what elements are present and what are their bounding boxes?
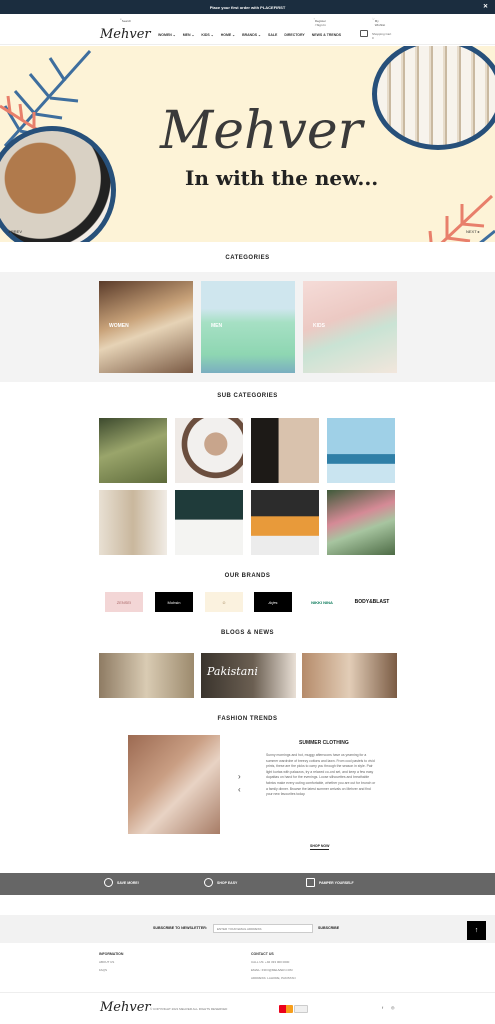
footer-logo[interactable]: Mehver: [100, 1000, 151, 1015]
categories-title: CATEGORIES: [225, 255, 270, 261]
feature-item: SAVE MORE!: [104, 878, 139, 887]
hero-logo: Mehver: [160, 101, 363, 161]
hero-banner[interactable]: Mehver In with the new...: [0, 46, 495, 242]
subcategory-tile[interactable]: [99, 490, 167, 555]
slider-next-button[interactable]: NEXT ▸: [466, 229, 480, 234]
menu-item-brands[interactable]: BRANDS ⌄: [242, 33, 261, 37]
trends-title: FASHION TRENDS: [217, 716, 278, 722]
menu-item-men[interactable]: MEN ⌄: [183, 33, 195, 37]
contact-email: EMAIL: INFO@MEHVER.COM: [251, 968, 293, 972]
category-men[interactable]: MEN: [201, 281, 295, 373]
bottom-bar: Mehver © COPYRIGHT 2021 MEHVER ALL RIGHT…: [0, 992, 495, 1024]
trend-card-text: Sunny mornings and hot, muggy afternoons…: [266, 753, 376, 797]
discover-icon: [294, 1005, 308, 1013]
chevron-right-icon[interactable]: ›: [238, 772, 241, 781]
copyright-text: © COPYRIGHT 2021 MEHVER ALL RIGHTS RESER…: [150, 1007, 228, 1011]
clothes-rack-photo: [372, 46, 495, 150]
chevron-left-icon[interactable]: ‹: [238, 785, 241, 794]
feature-item: SHOP EASY: [204, 878, 237, 887]
subcategory-tile[interactable]: [327, 418, 395, 483]
brand-logo[interactable]: Arjes: [254, 592, 292, 612]
newsletter-label: SUBSCRIBE TO NEWSLETTER:: [153, 926, 208, 930]
site-logo[interactable]: Mehver: [100, 27, 151, 42]
features-bar: SAVE MORE! SHOP EASY PAMPER YOURSELF: [0, 873, 495, 895]
promo-bar: Place your first order with PLACEFIRST ✕: [0, 0, 495, 14]
menu: WOMEN ⌄ MEN ⌄ KIDS ⌄ HOME ⌄ BRANDS ⌄ SAL…: [158, 33, 341, 37]
leaf-decoration-icon: [428, 194, 495, 242]
brand-logo[interactable]: ☺: [205, 592, 243, 612]
cart-label: Shopping Cart: [372, 32, 392, 36]
feature-label: PAMPER YOURSELF: [319, 880, 354, 885]
cart-count: 0: [372, 36, 374, 40]
brand-logo[interactable]: Mohsin: [155, 592, 193, 612]
main-nav: Mehver WOMEN ⌄ MEN ⌄ KIDS ⌄ HOME ⌄ BRAND…: [0, 23, 495, 45]
footer-link-faqs[interactable]: FAQS: [99, 968, 107, 972]
gift-icon: [306, 878, 315, 887]
brand-logo[interactable]: ZENSEI: [105, 592, 143, 612]
brand-logo[interactable]: BODY&BLAST: [350, 592, 394, 612]
facebook-icon[interactable]: f: [382, 1005, 383, 1010]
subscribe-button[interactable]: SUBSCRIBE: [318, 926, 339, 930]
utility-bar: ⌕ Search ◔ Register / Sign In ♡ My Wishl…: [0, 15, 495, 27]
category-men-label: MEN: [211, 323, 223, 329]
account-link[interactable]: ◔ Register / Sign In: [313, 17, 326, 27]
feature-label: SHOP EASY: [217, 880, 238, 885]
cart-icon[interactable]: [360, 30, 368, 37]
subcategories-title: SUB CATEGORIES: [217, 393, 278, 399]
category-kids-label: KIDS: [313, 323, 325, 329]
brands-title: OUR BRANDS: [224, 573, 271, 579]
menu-item-directory[interactable]: DIRECTORY: [284, 33, 304, 37]
subcategory-tile[interactable]: [175, 418, 243, 483]
feature-label: SAVE MORE!: [117, 880, 139, 885]
category-women-label: WOMEN: [109, 323, 129, 329]
menu-item-women[interactable]: WOMEN ⌄: [158, 33, 176, 37]
menu-item-sale[interactable]: SALE: [268, 33, 277, 37]
contact-phone: CALL US: +92 333 000 0000: [251, 960, 290, 964]
arrow-circle-icon: [204, 878, 213, 887]
close-icon[interactable]: ✕: [483, 3, 488, 10]
brand-face-icon: ☺: [221, 599, 227, 605]
feature-item: PAMPER YOURSELF: [306, 878, 354, 887]
trend-photo: [128, 735, 220, 834]
blogs-title: BLOGS & NEWS: [220, 630, 274, 636]
shop-now-button[interactable]: SHOP NOW: [310, 844, 330, 850]
contact-address: ADDRESS: LAHORE, PAKISTAN: [251, 976, 296, 980]
mastercard-icon: [279, 1005, 293, 1013]
category-women[interactable]: WOMEN: [99, 281, 193, 373]
menu-item-kids[interactable]: KIDS ⌄: [201, 33, 213, 37]
promo-code: PLACEFIRST: [260, 4, 286, 10]
trend-card-title: SUMMER CLOTHING: [299, 740, 349, 746]
hero-tagline: In with the new...: [185, 166, 379, 190]
newsletter-email-input[interactable]: [213, 924, 313, 933]
footer-contact-title: CONTACT US: [251, 952, 274, 956]
subcategory-tile[interactable]: [251, 490, 319, 555]
cart-info[interactable]: Shopping Cart 0: [372, 32, 391, 40]
blog-card[interactable]: Pakistani: [201, 653, 296, 698]
tag-icon: [104, 878, 113, 887]
footer-info-title: INFORMATION: [99, 952, 124, 956]
slider-prev-button[interactable]: ◂ PREV: [8, 229, 22, 234]
brand-logo[interactable]: NIKKI NINA: [303, 592, 341, 612]
blog-overlay-text: Pakistani: [207, 665, 258, 678]
category-kids[interactable]: KIDS: [303, 281, 397, 373]
subcategory-tile[interactable]: [175, 490, 243, 555]
search-link[interactable]: ⌕ Search: [120, 17, 131, 23]
subcategory-tile[interactable]: [327, 490, 395, 555]
blog-card[interactable]: [302, 653, 397, 698]
newsletter-section: SUBSCRIBE TO NEWSLETTER: SUBSCRIBE: [0, 915, 495, 943]
subcategory-tile[interactable]: [99, 418, 167, 483]
subcategory-tile[interactable]: [251, 418, 319, 483]
scroll-top-icon[interactable]: ↑: [467, 921, 486, 940]
instagram-icon[interactable]: ◎: [391, 1005, 395, 1010]
promo-text: Place your first order with: [209, 4, 260, 10]
footer-link-about[interactable]: ABOUT US: [99, 960, 114, 964]
wishlist-link[interactable]: ♡ My Wishlist: [372, 17, 385, 27]
menu-item-home[interactable]: HOME ⌄: [221, 33, 235, 37]
blog-card[interactable]: [99, 653, 194, 698]
menu-item-news[interactable]: NEWS & TRENDS: [312, 33, 341, 37]
